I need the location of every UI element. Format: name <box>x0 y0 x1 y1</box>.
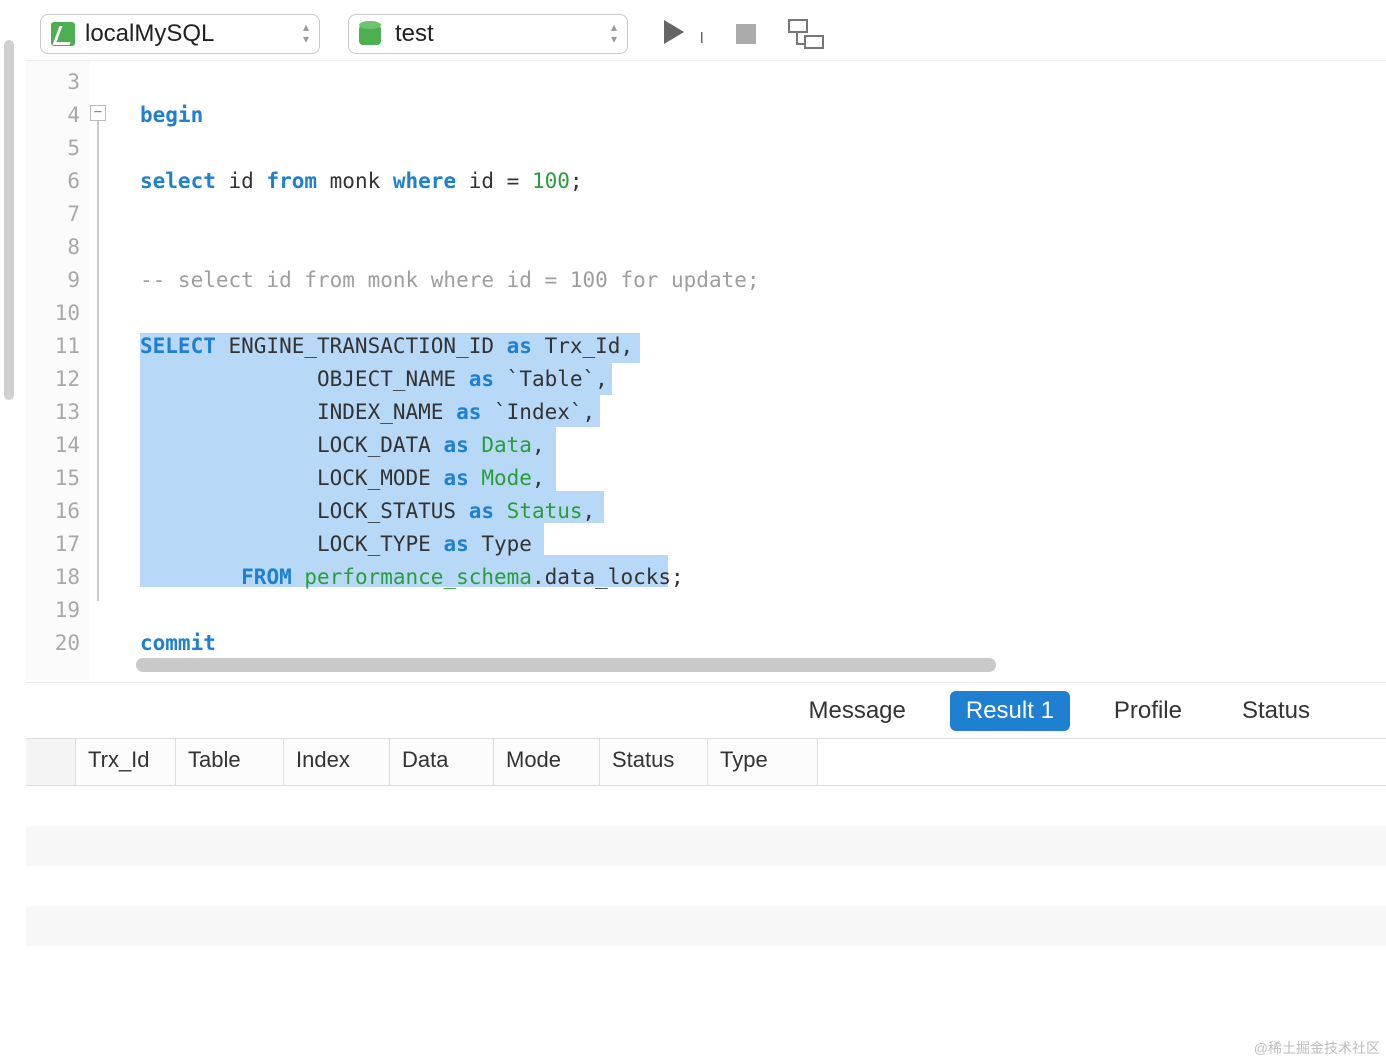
code-token: begin <box>140 103 203 127</box>
tab-status[interactable]: Status <box>1226 691 1326 731</box>
col-header[interactable]: Table <box>176 739 284 785</box>
col-header[interactable]: Data <box>390 739 494 785</box>
fold-column: − <box>90 61 114 680</box>
line-gutter: 3 4 5 6 7 8 9 10 11 12 13 14 15 16 17 18… <box>26 61 90 680</box>
database-dropdown[interactable]: test ▴▾ <box>348 14 628 54</box>
line-number: 13 <box>55 400 80 424</box>
line-number: 7 <box>67 202 80 226</box>
code-token: commit <box>140 631 216 655</box>
code-line: LOCK_STATUS as Status, <box>140 499 595 523</box>
line-number: 9 <box>67 268 80 292</box>
fold-toggle[interactable]: − <box>90 105 106 121</box>
line-number: 14 <box>55 433 80 457</box>
stop-button[interactable] <box>736 24 756 44</box>
row-header-blank <box>26 739 76 785</box>
result-tabs: Message Result 1 Profile Status <box>26 682 1386 738</box>
database-label: test <box>395 20 434 48</box>
code-line: INDEX_NAME as `Index`, <box>140 400 595 424</box>
line-number: 17 <box>55 532 80 556</box>
line-number: 6 <box>67 169 80 193</box>
watermark: @稀土掘金技术社区 <box>1254 1038 1380 1058</box>
fold-line <box>97 121 99 601</box>
text-cursor-icon: I <box>700 30 704 48</box>
col-header[interactable]: Type <box>708 739 818 785</box>
line-number: 8 <box>67 235 80 259</box>
code-line: OBJECT_NAME as `Table`, <box>140 367 608 391</box>
sql-editor[interactable]: 3 4 5 6 7 8 9 10 11 12 13 14 15 16 17 18… <box>26 60 1386 680</box>
col-header[interactable]: Mode <box>494 739 600 785</box>
play-icon <box>664 20 684 44</box>
tab-result-1[interactable]: Result 1 <box>950 691 1070 731</box>
caret-icon: ▴▾ <box>611 21 617 45</box>
line-number: 4 <box>67 103 80 127</box>
code-line: LOCK_MODE as Mode, <box>140 466 545 490</box>
line-number: 12 <box>55 367 80 391</box>
tab-message[interactable]: Message <box>792 691 921 731</box>
line-number: 3 <box>67 70 80 94</box>
line-number: 18 <box>55 565 80 589</box>
left-scroll-track[interactable] <box>0 0 26 1062</box>
line-number: 15 <box>55 466 80 490</box>
code-line: FROM performance_schema.data_locks; <box>140 565 684 589</box>
horizontal-scrollbar[interactable] <box>116 658 1374 672</box>
col-header[interactable]: Trx_Id <box>76 739 176 785</box>
connection-icon <box>51 22 75 46</box>
explain-button[interactable] <box>788 19 824 49</box>
col-header[interactable]: Index <box>284 739 390 785</box>
code-line: LOCK_TYPE as Type <box>140 532 532 556</box>
horizontal-scroll-thumb[interactable] <box>136 658 996 672</box>
left-scroll-thumb[interactable] <box>4 40 14 400</box>
run-button[interactable]: I <box>664 20 704 48</box>
code-line: LOCK_DATA as Data, <box>140 433 545 457</box>
code-line: select id from monk where id = 100; <box>140 169 583 193</box>
line-number: 19 <box>55 598 80 622</box>
connection-label: localMySQL <box>85 20 214 48</box>
result-grid-body <box>26 786 1386 1062</box>
line-number: 20 <box>55 631 80 655</box>
caret-icon: ▴▾ <box>303 21 309 45</box>
code-line: -- select id from monk where id = 100 fo… <box>140 268 760 292</box>
line-number: 11 <box>55 334 80 358</box>
tab-profile[interactable]: Profile <box>1098 691 1198 731</box>
code-line: SELECT ENGINE_TRANSACTION_ID as Trx_Id, <box>140 334 633 358</box>
line-number: 5 <box>67 136 80 160</box>
connection-dropdown[interactable]: localMySQL ▴▾ <box>40 14 320 54</box>
line-number: 10 <box>55 301 80 325</box>
result-grid-header: Trx_Id Table Index Data Mode Status Type <box>26 738 1386 786</box>
col-header[interactable]: Status <box>600 739 708 785</box>
toolbar: localMySQL ▴▾ test ▴▾ I <box>40 10 824 58</box>
database-icon <box>359 21 381 47</box>
line-number: 16 <box>55 499 80 523</box>
